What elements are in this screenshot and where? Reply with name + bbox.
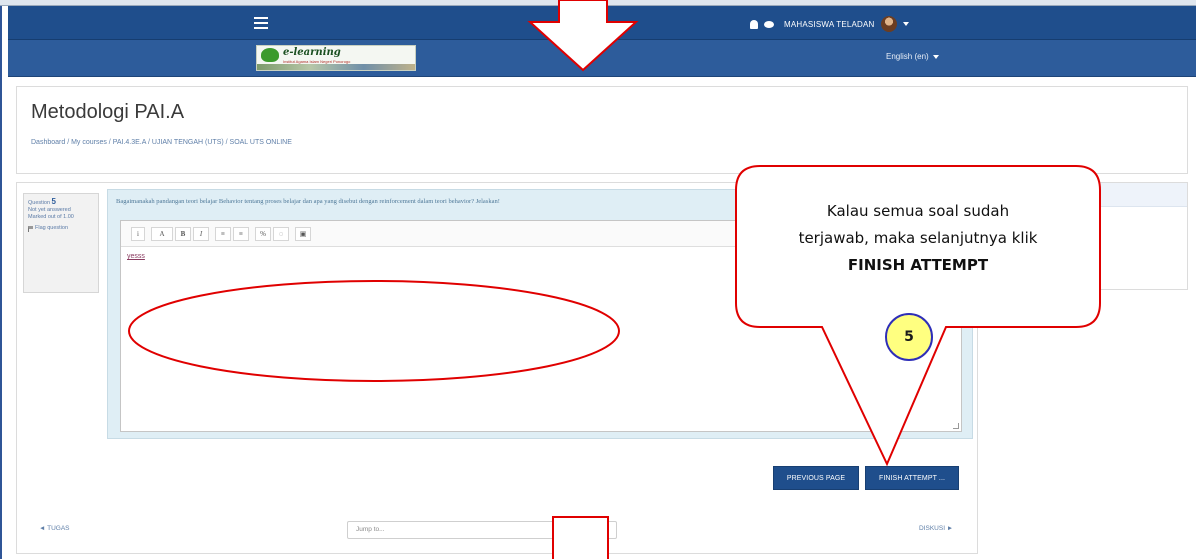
language-menu[interactable]: English (en)	[886, 52, 939, 61]
toolbar-info-button[interactable]: i	[131, 227, 145, 241]
callout-line-2: terjawab, maka selanjutnya klik	[798, 229, 1038, 247]
callout-line-3: FINISH ATTEMPT	[847, 256, 989, 274]
brand-bar: e-learning Institut Agama Islam Negeri P…	[8, 40, 1196, 77]
breadcrumb[interactable]: Dashboard / My courses / PAI.4.3E.A / UJ…	[31, 139, 292, 146]
menu-icon[interactable]	[254, 17, 268, 29]
toolbar-bold-button[interactable]: B	[175, 227, 191, 241]
toolbar-font-button[interactable]: A	[151, 227, 173, 241]
chevron-down-icon[interactable]	[902, 22, 909, 26]
avatar[interactable]	[880, 16, 897, 32]
language-label[interactable]: English (en)	[886, 52, 929, 61]
finish-attempt-button[interactable]: FINISH ATTEMPT ...	[865, 466, 959, 490]
question-marks: Marked out of 1.00	[28, 214, 74, 220]
callout-text: Kalau semua soal sudah terjawab, maka se…	[740, 198, 1096, 279]
toolbar-unlink-button[interactable]: ◌	[273, 227, 289, 241]
chat-icon[interactable]	[764, 20, 774, 28]
toolbar-italic-button[interactable]: I	[193, 227, 209, 241]
jump-to-label[interactable]: Jump to...	[356, 526, 385, 533]
jump-to-select[interactable]: Jump to... ⬍	[347, 521, 617, 539]
user-name[interactable]: MAHASISWA TELADAN	[784, 20, 875, 29]
previous-page-button[interactable]: PREVIOUS PAGE	[773, 466, 859, 490]
toolbar-image-button[interactable]: ▣	[295, 227, 311, 241]
question-info: Question 5 Not yet answered Marked out o…	[23, 193, 99, 293]
leaf-logo-icon	[261, 48, 279, 62]
answer-text[interactable]: yesss	[127, 253, 145, 260]
callout-line-1: Kalau semua soal sudah	[826, 202, 1010, 220]
toolbar-bullet-list-button[interactable]: ≡	[215, 227, 231, 241]
flag-icon[interactable]	[28, 225, 33, 232]
toolbar-link-button[interactable]: %	[255, 227, 271, 241]
site-logo[interactable]: e-learning Institut Agama Islam Negeri P…	[256, 45, 416, 71]
question-label: Question	[28, 200, 51, 206]
resize-handle-icon[interactable]	[953, 423, 959, 429]
logo-photo-strip	[257, 64, 415, 70]
toolbar-numbered-list-button[interactable]: ≡	[233, 227, 249, 241]
question-number: 5	[51, 197, 56, 206]
top-navbar: MAHASISWA TELADAN	[8, 6, 1196, 40]
chevron-down-icon[interactable]	[932, 54, 939, 59]
prev-activity-link[interactable]: ◄ TUGAS	[39, 525, 70, 532]
bell-icon[interactable]	[750, 19, 758, 29]
page-title: Metodologi PAI.A	[31, 101, 185, 123]
user-menu[interactable]: MAHASISWA TELADAN	[750, 16, 909, 32]
flag-question-label[interactable]: Flag question	[35, 225, 68, 232]
page-header: Metodologi PAI.A Dashboard / My courses …	[16, 86, 1188, 174]
footer-text	[1046, 550, 1136, 556]
activity-navigation: ◄ TUGAS Jump to... ⬍ DISKUSI ►	[17, 521, 979, 541]
flag-question-link[interactable]: Flag question	[28, 225, 94, 232]
select-arrows-icon[interactable]: ⬍	[603, 522, 608, 538]
question-status: Not yet answered	[28, 207, 71, 213]
logo-title: e-learning	[283, 47, 341, 58]
question-text: Bagaimanakah pandangan teori belajar Beh…	[116, 198, 500, 205]
next-activity-link[interactable]: DISKUSI ►	[919, 525, 953, 532]
step-number-badge: 5	[885, 313, 933, 361]
